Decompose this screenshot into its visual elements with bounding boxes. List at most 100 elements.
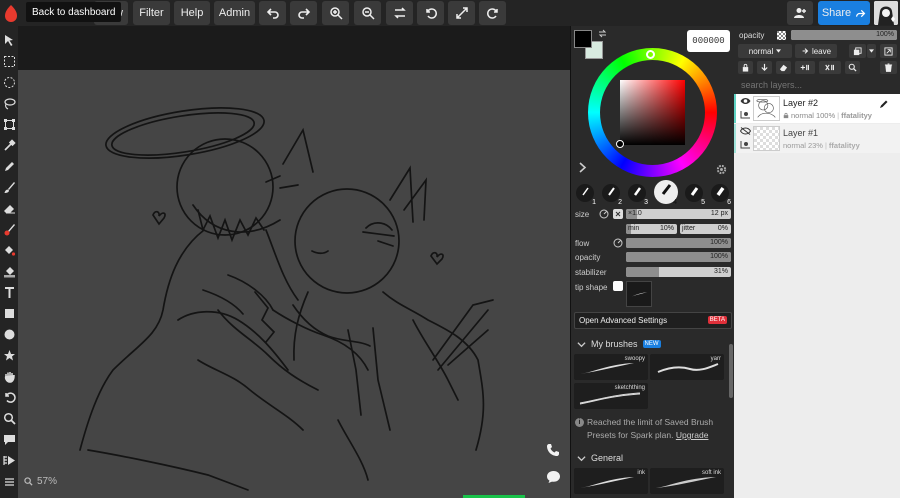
rotate-left-button[interactable] (417, 1, 444, 25)
flow-pressure-toggle-icon[interactable] (613, 238, 623, 248)
zoom-out-button[interactable] (354, 1, 381, 25)
hex-input[interactable]: 000000 (687, 30, 730, 52)
brush-opacity-slider[interactable]: 100% (626, 252, 731, 262)
move-tool[interactable] (1, 32, 17, 48)
layer-edit-pencil-icon[interactable] (879, 99, 889, 109)
blend-tool[interactable] (1, 221, 17, 237)
primary-color-swatch[interactable] (574, 30, 592, 48)
find-layer-button[interactable] (845, 61, 860, 74)
layer-row-2[interactable]: Layer #2 normal 100% | ffatalityy (734, 94, 900, 123)
advanced-settings-button[interactable]: Open Advanced Settings BETA (574, 312, 732, 329)
layer-row-1[interactable]: Layer #1 normal 23% | ffatalityy (734, 124, 900, 153)
brush-preset-soft-ink[interactable]: soft ink (650, 468, 724, 494)
copy-icon (853, 46, 862, 55)
brush-preset-yarr[interactable]: yarr (650, 354, 724, 380)
brush-preset-swoopy[interactable]: swoopy (574, 354, 648, 380)
search-layers-input[interactable] (736, 77, 898, 92)
expand-panel-chevron-icon[interactable] (578, 162, 587, 173)
ellipse-select-tool[interactable] (1, 74, 17, 90)
rect-select-tool[interactable] (1, 53, 17, 69)
ellipse-tool[interactable] (1, 326, 17, 342)
size-lock-close-icon[interactable] (613, 209, 623, 219)
value-handle[interactable] (616, 140, 624, 148)
eyedropper-tool[interactable] (1, 137, 17, 153)
tip-shape-checkbox[interactable] (613, 281, 623, 291)
text-tool[interactable] (1, 284, 17, 300)
zoom-indicator[interactable]: 57% (24, 476, 57, 487)
clear-all-button[interactable] (819, 61, 841, 74)
brush-tool[interactable] (1, 179, 17, 195)
merge-layer-button[interactable] (880, 44, 897, 58)
hue-handle[interactable] (646, 50, 655, 59)
clip-layer-button[interactable] (757, 61, 772, 74)
layer-opacity-slider[interactable]: 100% (791, 30, 897, 40)
rotate-view-tool[interactable] (1, 389, 17, 405)
duplicate-layer-button[interactable] (849, 44, 866, 58)
zoom-tool[interactable] (1, 410, 17, 426)
hand-tool[interactable] (1, 368, 17, 384)
brush-size-button-6[interactable]: 6 (711, 184, 731, 206)
drawing-canvas[interactable] (18, 70, 570, 498)
size-slider[interactable]: ×1.0 12 px (626, 209, 731, 219)
hidden-eye-icon[interactable] (740, 127, 751, 135)
avatar[interactable] (874, 1, 898, 25)
blend-mode-select[interactable]: normal (738, 44, 792, 58)
saturation-value-square[interactable] (620, 80, 685, 145)
voice-call-icon[interactable] (546, 443, 560, 457)
more-tools[interactable] (1, 473, 17, 489)
brush-size-button-4[interactable]: 4 (654, 180, 678, 206)
flip-button[interactable] (386, 1, 413, 25)
brush-size-button-5[interactable]: 5 (685, 184, 705, 206)
size-pressure-toggle-icon[interactable] (599, 209, 609, 219)
invite-user-button[interactable] (787, 1, 813, 25)
my-brushes-header[interactable]: My brushes NEW (577, 337, 717, 351)
general-brushes-header[interactable]: General (577, 451, 717, 465)
clear-layer-button[interactable] (776, 61, 791, 74)
fill-tool[interactable] (1, 242, 17, 258)
transform-tool[interactable] (1, 116, 17, 132)
upgrade-link[interactable]: Upgrade (676, 430, 709, 440)
zoom-in-button[interactable] (322, 1, 349, 25)
rectangle-tool[interactable] (1, 305, 17, 321)
color-settings-gear-icon[interactable] (716, 164, 727, 175)
fullscreen-button[interactable] (448, 1, 475, 25)
filter-menu-button[interactable]: Filter (133, 1, 170, 25)
caret-down-icon (869, 49, 874, 53)
merge-down-button[interactable] (795, 61, 815, 74)
presets-scrollbar[interactable] (729, 344, 733, 398)
eraser-tool[interactable] (1, 200, 17, 216)
share-button[interactable]: Share (818, 1, 870, 25)
layer-settings-icon[interactable] (740, 140, 751, 149)
rotate-right-button[interactable] (479, 1, 506, 25)
brush-preset-ink[interactable]: ink (574, 468, 648, 494)
gradient-tool[interactable] (1, 263, 17, 279)
flow-slider[interactable]: 100% (626, 238, 731, 248)
undo-button[interactable] (259, 1, 286, 25)
chat-tool[interactable] (1, 431, 17, 447)
help-menu-button[interactable]: Help (174, 1, 210, 25)
brush-preset-sketchthing[interactable]: sketchthing (574, 383, 648, 409)
visibility-eye-icon[interactable] (740, 97, 751, 105)
lock-layer-button[interactable] (738, 61, 753, 74)
layer-settings-icon[interactable] (740, 110, 751, 119)
jitter-slider[interactable]: jitter 0% (680, 224, 731, 234)
brush-size-button-3[interactable]: 3 (628, 184, 648, 206)
admin-menu-button[interactable]: Admin (214, 1, 255, 25)
leave-button[interactable]: leave (795, 44, 837, 58)
brush-size-button-2[interactable]: 2 (602, 184, 622, 206)
shape-tool[interactable] (1, 347, 17, 363)
timelapse-tool[interactable] (1, 452, 17, 468)
swap-colors-icon[interactable] (598, 29, 607, 38)
layer-options-dropdown[interactable] (867, 44, 876, 58)
brush-size-button-1[interactable]: 1 (576, 184, 596, 206)
color-wheel[interactable] (588, 48, 717, 177)
pencil-tool[interactable] (1, 158, 17, 174)
chat-bubble-icon[interactable] (546, 470, 561, 484)
app-logo-icon[interactable] (3, 4, 19, 22)
lasso-tool[interactable] (1, 95, 17, 111)
redo-button[interactable] (290, 1, 317, 25)
tip-shape-preview[interactable] (626, 281, 652, 307)
delete-layer-button[interactable] (880, 61, 897, 74)
stabilizer-slider[interactable]: 31% (626, 267, 731, 277)
min-size-slider[interactable]: min 10% (626, 224, 677, 234)
